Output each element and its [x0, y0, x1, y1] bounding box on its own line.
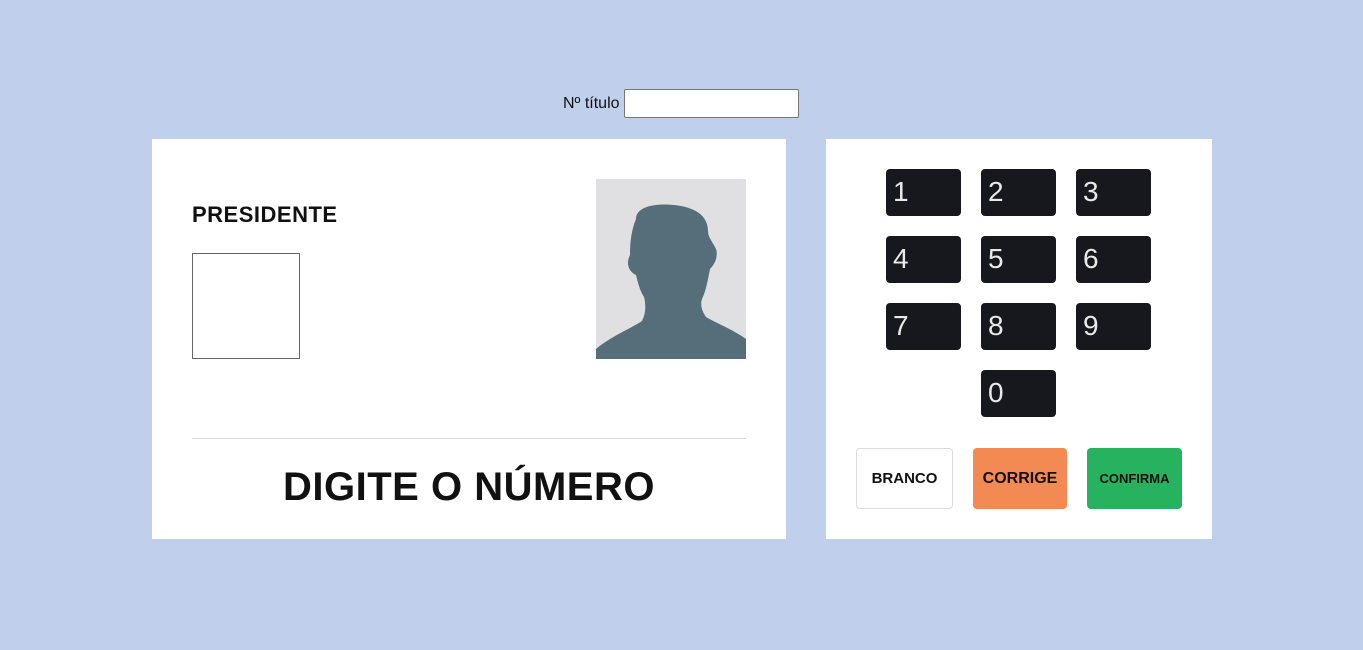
branco-button[interactable]: BRANCO: [856, 448, 953, 509]
key-9[interactable]: 9: [1076, 303, 1151, 350]
confirma-button[interactable]: CONFIRMA: [1087, 448, 1182, 509]
key-2[interactable]: 2: [981, 169, 1056, 216]
divider: [192, 438, 746, 439]
titulo-row: Nº título: [563, 88, 799, 119]
key-7[interactable]: 7: [886, 303, 961, 350]
candidate-photo: [596, 179, 746, 359]
key-0[interactable]: 0: [981, 370, 1056, 417]
key-5[interactable]: 5: [981, 236, 1056, 283]
titulo-label: Nº título: [563, 94, 620, 112]
key-8[interactable]: 8: [981, 303, 1056, 350]
ballot-screen: PRESIDENTE DIGITE O NÚMERO: [152, 139, 786, 539]
keypad-panel: 1 2 3 4 5 6 7 8 9 0 BRANCO CORRIGE CONFI…: [826, 139, 1212, 539]
key-3[interactable]: 3: [1076, 169, 1151, 216]
titulo-input[interactable]: [623, 89, 799, 118]
cargo-title: PRESIDENTE: [192, 202, 338, 227]
key-4[interactable]: 4: [886, 236, 961, 283]
instruction-text: DIGITE O NÚMERO: [283, 465, 655, 509]
corrige-button[interactable]: CORRIGE: [973, 448, 1067, 509]
key-6[interactable]: 6: [1076, 236, 1151, 283]
number-digit-box: [192, 253, 300, 359]
key-1[interactable]: 1: [886, 169, 961, 216]
person-silhouette-icon: [596, 204, 746, 359]
